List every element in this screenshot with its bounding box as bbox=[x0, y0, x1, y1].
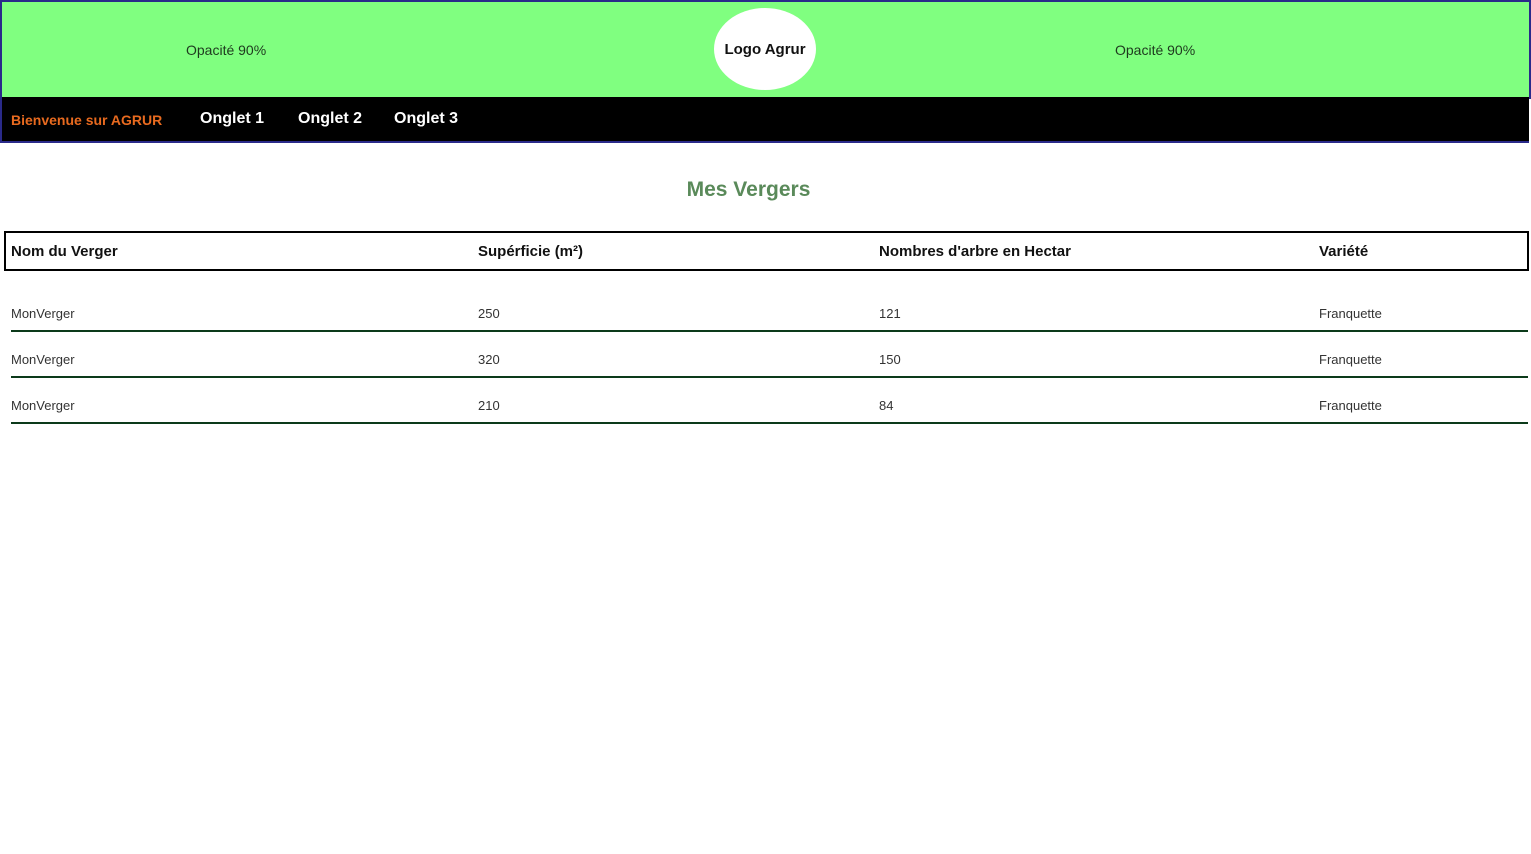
tab-onglet-2[interactable]: Onglet 2 bbox=[298, 110, 362, 128]
column-header-variety: Variété bbox=[1319, 243, 1369, 260]
header-right-text: Opacité 90% bbox=[1115, 42, 1196, 58]
cell-variety: Franquette bbox=[1319, 352, 1382, 367]
column-header-surface: Supérficie (m²) bbox=[478, 243, 584, 260]
cell-name: MonVerger bbox=[11, 398, 75, 413]
table-header: Nom du Verger Supérficie (m²) Nombres d'… bbox=[4, 231, 1529, 271]
table-row: MonVerger 320 150 Franquette bbox=[11, 332, 1528, 378]
cell-name: MonVerger bbox=[11, 352, 75, 367]
cell-variety: Franquette bbox=[1319, 398, 1382, 413]
tab-onglet-3[interactable]: Onglet 3 bbox=[394, 110, 458, 128]
cell-trees: 150 bbox=[879, 352, 901, 367]
table-row: MonVerger 250 121 Franquette bbox=[11, 286, 1528, 332]
cell-trees: 121 bbox=[879, 306, 901, 321]
header-banner: Opacité 90% Logo Agrur Opacité 90% bbox=[0, 0, 1531, 99]
page-title: Mes Vergers bbox=[686, 178, 811, 201]
cell-name: MonVerger bbox=[11, 306, 75, 321]
column-header-name: Nom du Verger bbox=[11, 243, 118, 260]
cell-trees: 84 bbox=[879, 398, 894, 413]
table-row: MonVerger 210 84 Franquette bbox=[11, 378, 1528, 424]
cell-surface: 250 bbox=[478, 306, 500, 321]
logo[interactable]: Logo Agrur bbox=[714, 8, 816, 90]
cell-variety: Franquette bbox=[1319, 306, 1382, 321]
tab-onglet-1[interactable]: Onglet 1 bbox=[200, 110, 264, 128]
header-left-text: Opacité 90% bbox=[186, 42, 267, 58]
navbar: Bienvenue sur AGRUR Onglet 1 Onglet 2 On… bbox=[0, 97, 1529, 143]
cell-surface: 320 bbox=[478, 352, 500, 367]
cell-surface: 210 bbox=[478, 398, 500, 413]
column-header-trees: Nombres d'arbre en Hectar bbox=[879, 243, 1071, 260]
welcome-text: Bienvenue sur AGRUR bbox=[11, 112, 163, 128]
